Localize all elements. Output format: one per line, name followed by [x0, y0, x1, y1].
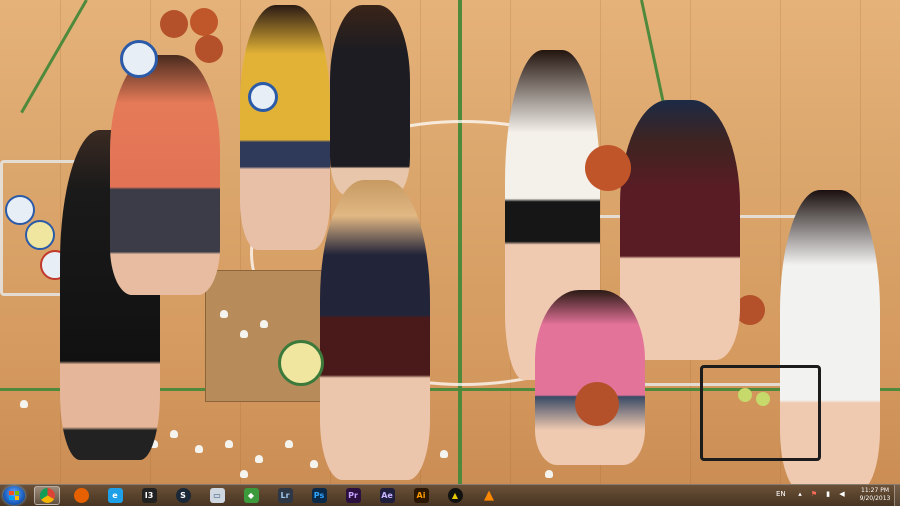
- taskbar-app-triangle-app[interactable]: ▲: [442, 486, 468, 505]
- chrome-icon: [39, 488, 55, 503]
- taskbar-app-vlc[interactable]: ▲: [476, 486, 502, 505]
- illustrator-icon: Ai: [413, 488, 429, 503]
- after-effects-icon: Ae: [379, 488, 395, 503]
- taskbar: e I3 S ▭ ◆ Lr Ps Pr Ae Ai ▲ ▲ EN ▴ ⚑ ▮ ◀ 11:27 PM 9…: [0, 484, 900, 506]
- taskbar-app-internet-explorer[interactable]: e: [102, 486, 128, 505]
- taskbar-app-after-effects[interactable]: Ae: [374, 486, 400, 505]
- taskbar-app-photoshop[interactable]: Ps: [306, 486, 332, 505]
- internet-explorer-icon: e: [107, 488, 123, 503]
- volume-icon[interactable]: ◀: [838, 491, 846, 499]
- start-button[interactable]: [3, 486, 25, 505]
- i3-icon: I3: [141, 488, 157, 503]
- taskbar-app-chrome[interactable]: [34, 486, 60, 505]
- clock[interactable]: 11:27 PM 9/20/2013: [858, 487, 892, 503]
- desktop-wallpaper: [0, 0, 900, 484]
- premiere-icon: Pr: [345, 488, 361, 503]
- action-center-flag-icon[interactable]: ⚑: [810, 491, 818, 499]
- taskbar-app-firefox[interactable]: [68, 486, 94, 505]
- network-signal-icon[interactable]: ▮: [824, 491, 832, 499]
- taskbar-app-lightroom[interactable]: Lr: [272, 486, 298, 505]
- clock-date: 9/20/2013: [859, 495, 891, 502]
- language-indicator[interactable]: EN: [776, 490, 786, 498]
- clock-time: 11:27 PM: [861, 487, 889, 494]
- taskbar-app-premiere[interactable]: Pr: [340, 486, 366, 505]
- windows-logo-icon: [9, 491, 19, 500]
- taskbar-app-utility[interactable]: ▭: [204, 486, 230, 505]
- taskbar-app-illustrator[interactable]: Ai: [408, 486, 434, 505]
- lightroom-icon: Lr: [277, 488, 293, 503]
- show-desktop-button[interactable]: [894, 485, 900, 506]
- show-hidden-icons-button[interactable]: ▴: [796, 491, 804, 499]
- taskbar-app-green-app[interactable]: ◆: [238, 486, 264, 505]
- system-tray: EN ▴ ⚑ ▮ ◀ 11:27 PM 9/20/2013: [776, 485, 900, 506]
- taskbar-app-steam[interactable]: S: [170, 486, 196, 505]
- desktop: e I3 S ▭ ◆ Lr Ps Pr Ae Ai ▲ ▲ EN ▴ ⚑ ▮ ◀ 11:27 PM 9…: [0, 0, 900, 506]
- taskbar-app-i3[interactable]: I3: [136, 486, 162, 505]
- firefox-icon: [73, 488, 89, 503]
- disk-utility-icon: ▭: [209, 488, 225, 503]
- steam-icon: S: [175, 488, 191, 503]
- triangle-icon: ▲: [447, 488, 463, 503]
- vlc-cone-icon: ▲: [484, 488, 494, 503]
- photoshop-icon: Ps: [311, 488, 327, 503]
- green-diamond-icon: ◆: [243, 488, 259, 503]
